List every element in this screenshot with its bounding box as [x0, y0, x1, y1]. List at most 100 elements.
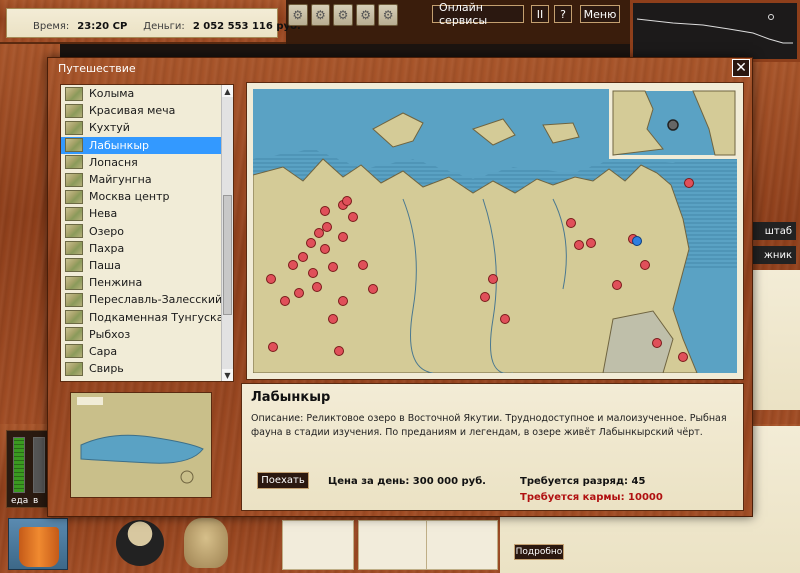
needs-hud: еда в [6, 430, 50, 508]
location-marker-icon[interactable] [320, 206, 330, 216]
inventory-slot[interactable] [426, 520, 498, 570]
location-marker-icon[interactable] [612, 280, 622, 290]
location-label: Паша [89, 258, 121, 272]
location-thumbnail-icon [65, 361, 83, 376]
time-value: 23:20 СР [77, 21, 128, 32]
location-label: Сара [89, 344, 118, 358]
location-marker-icon[interactable] [338, 296, 348, 306]
status-panel: Время: 23:20 СР Деньги: 2 052 553 116 ру… [6, 8, 301, 38]
location-marker-icon[interactable] [312, 282, 322, 292]
map-canvas[interactable] [253, 89, 737, 373]
go-button[interactable]: Поехать [257, 472, 309, 489]
location-marker-icon[interactable] [320, 244, 330, 254]
location-marker-icon[interactable] [314, 228, 324, 238]
location-marker-icon[interactable] [368, 284, 378, 294]
location-marker-icon[interactable] [268, 342, 278, 352]
location-marker-icon[interactable] [488, 274, 498, 284]
location-list-item[interactable]: Майгунгна [61, 171, 233, 188]
rod-slot-icon[interactable]: ⚙ [310, 4, 331, 26]
location-thumbnail-icon [65, 172, 83, 187]
location-list-item[interactable]: Колыма [61, 85, 233, 102]
rod-slot-icon[interactable]: ⚙ [333, 4, 353, 26]
right-side-paper [752, 270, 800, 410]
location-marker-icon[interactable] [294, 288, 304, 298]
location-list-item[interactable]: Паша [61, 257, 233, 274]
location-list-item[interactable]: Свирь [61, 360, 233, 377]
help-button[interactable]: ? [554, 5, 572, 23]
location-marker-icon[interactable] [280, 296, 290, 306]
right-tab-scale[interactable]: штаб [752, 222, 796, 240]
location-list-item[interactable]: Москва центр [61, 188, 233, 205]
scroll-up-icon[interactable]: ▲ [222, 85, 233, 97]
location-marker-icon[interactable] [288, 260, 298, 270]
right-tab-guide[interactable]: жник [752, 246, 796, 264]
location-list-item[interactable]: Подкаменная Тунгуска [61, 308, 233, 325]
scroll-thumb[interactable] [223, 195, 232, 315]
online-services-button[interactable]: Онлайн сервисы [432, 1, 524, 27]
location-list-item[interactable]: Переславль-Залесский [61, 291, 233, 308]
location-list: Колыма Красивая меча Кухтуй Лабынкыр Лопасня… [60, 84, 234, 382]
location-marker-icon[interactable] [342, 196, 352, 206]
location-marker-icon[interactable] [298, 252, 308, 262]
location-marker-icon[interactable] [574, 240, 584, 250]
price-per-day: Цена за день: 300 000 руб. [328, 476, 486, 487]
location-list-item[interactable]: Красивая меча [61, 102, 233, 119]
world-map[interactable] [246, 82, 744, 380]
location-thumbnail-icon [65, 344, 83, 359]
travel-dialog: Путешествие ✕ Колыма Красивая меча Кухтуй Л… [47, 57, 753, 517]
details-button[interactable]: Подробно [514, 544, 564, 560]
location-marker-icon[interactable] [322, 222, 332, 232]
pause-button[interactable]: II [531, 5, 549, 23]
location-marker-icon[interactable] [348, 212, 358, 222]
location-list-item[interactable]: Рыбхоз [61, 326, 233, 343]
location-list-item[interactable]: Озеро [61, 223, 233, 240]
depth-graph-line [636, 14, 793, 44]
location-marker-icon[interactable] [640, 260, 650, 270]
location-thumbnail-icon [65, 258, 83, 273]
inventory-slot[interactable] [282, 520, 354, 570]
location-name: Лабынкыр [251, 390, 331, 405]
location-marker-icon[interactable] [358, 260, 368, 270]
menu-button[interactable]: Меню [580, 5, 620, 23]
location-marker-icon[interactable] [652, 338, 662, 348]
scroll-down-icon[interactable]: ▼ [222, 369, 233, 381]
location-list-item[interactable]: Сара [61, 343, 233, 360]
bait-pot-icon[interactable] [116, 520, 164, 566]
location-label: Москва центр [89, 190, 170, 204]
location-list-item[interactable]: Пенжина [61, 274, 233, 291]
location-list-item[interactable]: Нева [61, 205, 233, 222]
bucket-icon [19, 527, 59, 567]
location-marker-icon[interactable] [266, 274, 276, 284]
inventory-slot[interactable] [358, 520, 430, 570]
location-marker-icon[interactable] [328, 314, 338, 324]
rod-slot-icon[interactable]: ⚙ [288, 4, 308, 26]
list-scrollbar[interactable]: ▲ ▼ [221, 85, 233, 381]
location-marker-icon[interactable] [308, 268, 318, 278]
sack-icon[interactable] [184, 518, 228, 568]
location-marker-icon[interactable] [678, 352, 688, 362]
location-label: Свирь [89, 362, 124, 376]
location-list-item[interactable]: Пахра [61, 240, 233, 257]
selected-location-marker-icon[interactable] [632, 236, 642, 246]
location-thumbnail-icon [65, 120, 83, 135]
location-marker-icon[interactable] [684, 178, 694, 188]
location-marker-icon[interactable] [306, 238, 316, 248]
location-thumbnail-icon [65, 275, 83, 290]
location-marker-icon[interactable] [328, 262, 338, 272]
location-thumbnail-icon [65, 241, 83, 256]
location-marker-icon[interactable] [480, 292, 490, 302]
location-marker-icon[interactable] [586, 238, 596, 248]
location-list-item[interactable]: Кухтуй [61, 119, 233, 136]
location-list-item[interactable]: Лабынкыр [61, 136, 233, 154]
rod-slot-icon[interactable]: ⚙ [355, 4, 376, 26]
location-list-item[interactable]: Лопасня [61, 154, 233, 171]
close-icon[interactable]: ✕ [732, 59, 750, 77]
bucket-slot[interactable] [8, 518, 68, 570]
location-marker-icon[interactable] [500, 314, 510, 324]
location-marker-icon[interactable] [338, 232, 348, 242]
money-label: Деньги: [143, 21, 185, 32]
location-label: Переславль-Залесский [89, 293, 223, 307]
location-marker-icon[interactable] [334, 346, 344, 356]
rod-slot-icon[interactable]: ⚙ [378, 4, 398, 26]
location-marker-icon[interactable] [566, 218, 576, 228]
